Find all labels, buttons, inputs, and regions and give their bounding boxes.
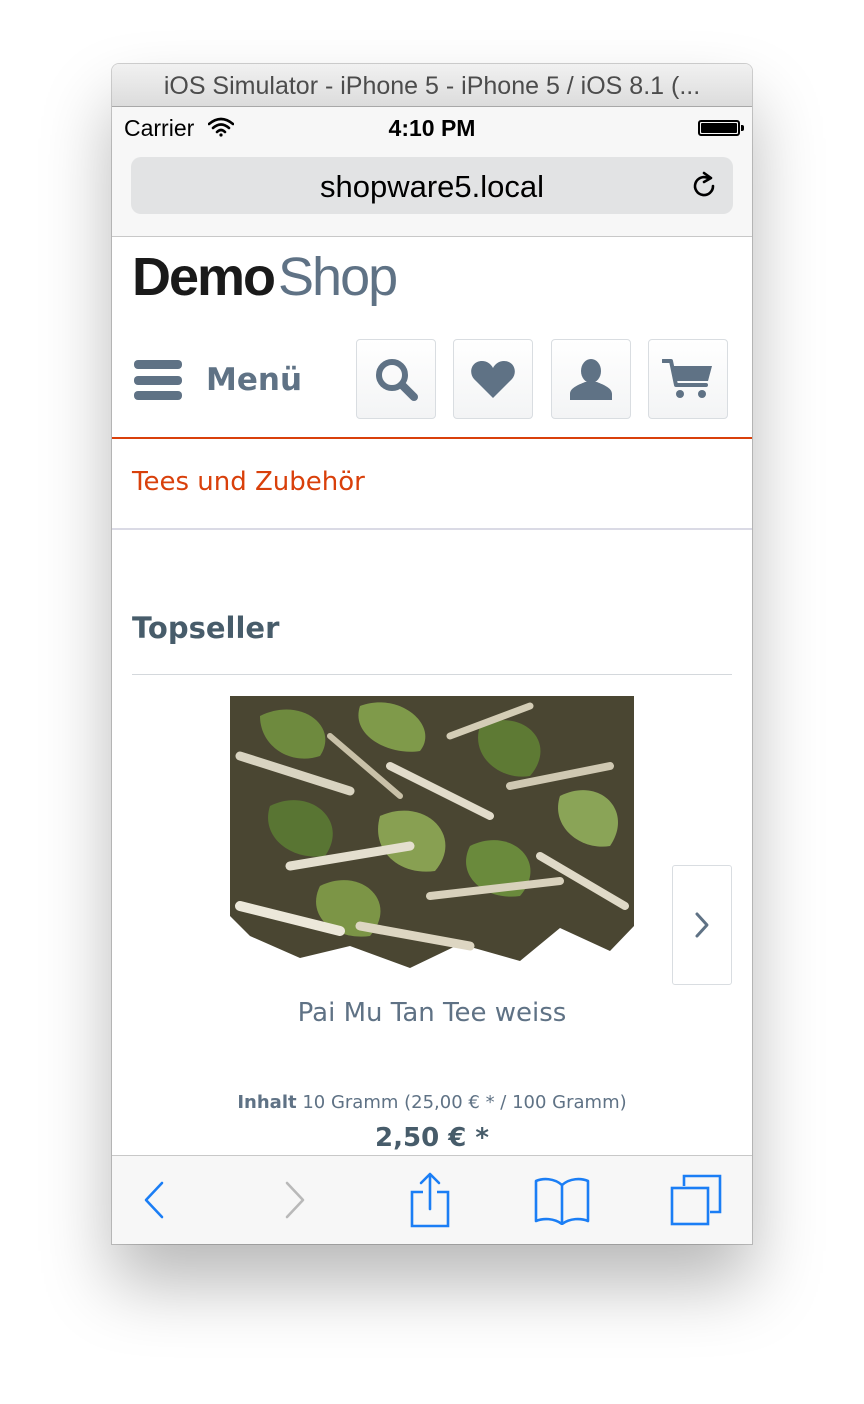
phone-screen: Carrier 4:10 PM shopware5.local DemoShop… [112,107,752,1244]
user-icon [570,359,612,400]
address-bar-area: shopware5.local [112,149,752,237]
simulator-window: iOS Simulator - iPhone 5 - iPhone 5 / iO… [112,64,752,1244]
search-icon [376,359,418,401]
share-button[interactable] [398,1156,462,1244]
back-button[interactable] [122,1156,186,1244]
simulator-title: iOS Simulator - iPhone 5 - iPhone 5 / iO… [163,72,701,100]
url-text: shopware5.local [319,169,545,204]
content-value: 10 Gramm (25,00 € * / 100 Gramm) [302,1092,627,1113]
chevron-right-icon [695,912,709,938]
menu-label: Menü [206,362,303,398]
forward-button[interactable] [263,1156,327,1244]
shop-logo[interactable]: DemoShop [132,243,398,311]
product-name[interactable]: Pai Mu Tan Tee weiss [112,998,752,1028]
logo-shop-text: Shop [278,247,398,307]
section-divider [132,674,732,675]
hamburger-icon [134,360,182,400]
logo-demo-text: Demo [132,247,276,307]
browser-toolbar [112,1155,752,1244]
content-label: Inhalt [237,1092,297,1113]
menu-button[interactable]: Menü [134,355,324,405]
cart-icon [662,359,712,398]
status-bar: Carrier 4:10 PM [112,107,752,149]
product-unit-info: Inhalt 10 Gramm (25,00 € * / 100 Gramm) [112,1092,752,1113]
category-link[interactable]: Tees und Zubehör [132,467,365,497]
category-divider [112,528,752,530]
heart-icon [471,361,515,398]
tabs-icon [670,1174,722,1226]
simulator-titlebar[interactable]: iOS Simulator - iPhone 5 - iPhone 5 / iO… [112,64,752,107]
reload-icon[interactable] [689,171,719,201]
bookmarks-button[interactable] [530,1156,594,1244]
search-button[interactable] [356,339,436,419]
tea-leaves-image [230,696,634,974]
back-icon [144,1181,164,1219]
address-bar[interactable]: shopware5.local [131,157,733,214]
web-page: DemoShop Menü Tees und Zubehör Topseller… [112,237,752,1155]
share-icon [410,1172,450,1228]
wishlist-button[interactable] [453,339,533,419]
slider-next-button[interactable] [672,865,732,985]
status-time: 4:10 PM [388,115,476,141]
forward-icon [285,1181,305,1219]
product-price: 2,50 € * [375,1123,489,1153]
section-title: Topseller [132,611,280,645]
product-image[interactable] [230,696,634,974]
battery-icon [698,120,744,136]
cart-button[interactable] [648,339,728,419]
account-button[interactable] [551,339,631,419]
bookmarks-icon [534,1177,590,1225]
tabs-button[interactable] [664,1156,728,1244]
navigation-divider [112,437,752,439]
